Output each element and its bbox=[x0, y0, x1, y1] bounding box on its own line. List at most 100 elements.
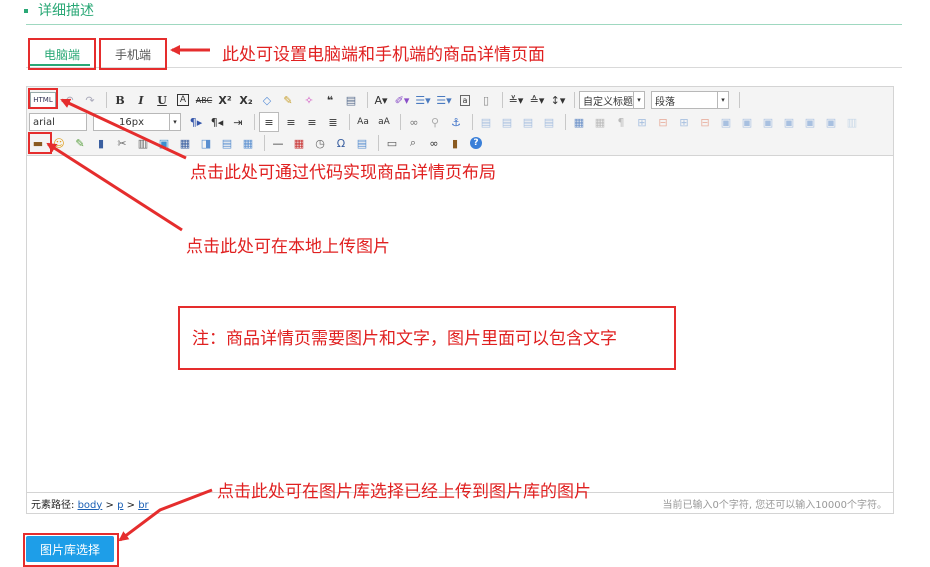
line-height-button[interactable]: ↕▾ bbox=[549, 91, 567, 109]
merge-down-button[interactable]: ▣ bbox=[759, 113, 777, 131]
paragraph-table-icon: ¶ bbox=[617, 115, 625, 129]
template-button[interactable]: ▤ bbox=[218, 134, 236, 152]
split-cells-button[interactable]: ▣ bbox=[780, 113, 798, 131]
italic-button[interactable]: I bbox=[132, 91, 150, 109]
split-cols-button[interactable]: ▣ bbox=[822, 113, 840, 131]
tab-mobile[interactable]: 手机端 bbox=[99, 38, 167, 70]
html-button-highlight bbox=[28, 88, 58, 109]
image-left-button[interactable]: ▤ bbox=[498, 113, 516, 131]
image-center-button[interactable]: ▤ bbox=[540, 113, 558, 131]
paragraph-select[interactable]: 段落 ▾ bbox=[651, 91, 729, 109]
insert-row-button[interactable]: ⊞ bbox=[633, 113, 651, 131]
table-props-button[interactable]: ▥ bbox=[843, 113, 861, 131]
merge-right-button[interactable]: ▣ bbox=[738, 113, 756, 131]
anchor-button[interactable]: ⚓ bbox=[447, 113, 465, 131]
special-chars-button[interactable]: Ω bbox=[332, 134, 350, 152]
select-all-button[interactable]: a bbox=[456, 91, 474, 109]
path-link-br[interactable]: br bbox=[138, 500, 148, 511]
horizontal-rule-button[interactable]: — bbox=[269, 134, 287, 152]
insert-video-button[interactable]: ▮ bbox=[92, 134, 110, 152]
insert-date-button[interactable]: ▦ bbox=[290, 134, 308, 152]
format-painter-button[interactable]: ✎ bbox=[279, 91, 297, 109]
background-button[interactable]: ▦ bbox=[239, 134, 257, 152]
remove-format-button[interactable]: ◇ bbox=[258, 91, 276, 109]
web-image-button[interactable]: ▣ bbox=[155, 134, 173, 152]
print-button[interactable]: ▭ bbox=[383, 134, 401, 152]
image-center-icon: ▤ bbox=[543, 115, 555, 129]
rtl-button[interactable]: ¶◂ bbox=[208, 113, 226, 131]
delete-row-button[interactable]: ⊟ bbox=[654, 113, 672, 131]
row-spacing-top-button[interactable]: ≚▾ bbox=[507, 91, 525, 109]
strikethrough-button[interactable]: ABC bbox=[195, 91, 213, 109]
wordimage-button[interactable]: ▤ bbox=[353, 134, 371, 152]
font-color-button[interactable]: A▾ bbox=[372, 91, 390, 109]
eraser-icon: ◇ bbox=[262, 93, 272, 107]
path-link-p[interactable]: p bbox=[117, 500, 123, 511]
redo-icon: ↷ bbox=[85, 93, 95, 107]
uppercase-button[interactable]: Aa bbox=[354, 113, 372, 131]
image-right-button[interactable]: ▤ bbox=[519, 113, 537, 131]
underline-button[interactable]: U bbox=[153, 91, 171, 109]
paste-text-button[interactable]: ▤ bbox=[342, 91, 360, 109]
ordered-list-button[interactable]: ☰▾ bbox=[414, 91, 432, 109]
lowercase-button[interactable]: aA bbox=[375, 113, 393, 131]
subscript-button[interactable]: X₂ bbox=[237, 91, 255, 109]
align-right-icon: ≡ bbox=[307, 115, 317, 129]
insert-col-button[interactable]: ⊞ bbox=[675, 113, 693, 131]
custom-heading-select[interactable]: 自定义标题 ▾ bbox=[579, 91, 645, 109]
bold-button[interactable]: B bbox=[111, 91, 129, 109]
preview-button[interactable]: ⌕ bbox=[404, 134, 422, 152]
delete-table-icon: ▦ bbox=[594, 115, 606, 129]
blockquote-button[interactable]: ❝ bbox=[321, 91, 339, 109]
split-rows-button[interactable]: ▣ bbox=[801, 113, 819, 131]
align-center-button[interactable]: ≡ bbox=[282, 113, 300, 131]
font-family-select[interactable]: arial bbox=[29, 113, 87, 131]
search-replace-button[interactable]: ∞ bbox=[425, 134, 443, 152]
toolbar-row-3: ▬ ☺ ✎ ▮ ✂ ▥ ▣ ▦ ◨ ▤ ▦ — ▦ ◷ Ω ▤ ▭ ⌕ ∞ ▮ … bbox=[29, 133, 488, 153]
indent-icon: ⇥ bbox=[233, 115, 243, 129]
background-color-button[interactable]: ✐▾ bbox=[393, 91, 411, 109]
image-none-button[interactable]: ▤ bbox=[477, 113, 495, 131]
row-spacing-bottom-button[interactable]: ≙▾ bbox=[528, 91, 546, 109]
font-size-select[interactable]: 16px ▾ bbox=[93, 113, 181, 131]
insert-time-button[interactable]: ◷ bbox=[311, 134, 329, 152]
highlighter-icon: ✐▾ bbox=[394, 93, 410, 107]
path-link-body[interactable]: body bbox=[78, 500, 103, 511]
superscript-button[interactable]: X² bbox=[216, 91, 234, 109]
ltr-button[interactable]: ¶▸ bbox=[187, 113, 205, 131]
code-button[interactable]: ▦ bbox=[176, 134, 194, 152]
indent-button[interactable]: ⇥ bbox=[229, 113, 247, 131]
insert-table-button[interactable]: ▦ bbox=[570, 113, 588, 131]
drafts-button[interactable]: ▮ bbox=[446, 134, 464, 152]
italic-icon: I bbox=[138, 93, 144, 107]
unlink-button[interactable]: ⚲ bbox=[426, 113, 444, 131]
scrawl-button[interactable]: ✎ bbox=[71, 134, 89, 152]
attachment-button[interactable]: ✂ bbox=[113, 134, 131, 152]
align-right-button[interactable]: ≡ bbox=[303, 113, 321, 131]
align-justify-button[interactable]: ≣ bbox=[324, 113, 342, 131]
insert-frame-button[interactable]: ▥ bbox=[134, 134, 152, 152]
auto-format-button[interactable]: ✧ bbox=[300, 91, 318, 109]
clipboard-icon: ▤ bbox=[345, 93, 357, 107]
delete-table-button[interactable]: ▦ bbox=[591, 113, 609, 131]
page-break-button[interactable]: ◨ bbox=[197, 134, 215, 152]
toolbar-separator bbox=[574, 92, 575, 108]
toolbar-separator bbox=[472, 114, 473, 130]
redo-button[interactable]: ↷ bbox=[81, 91, 99, 109]
insert-paragraph-before-table-button[interactable]: ¶ bbox=[612, 113, 630, 131]
clear-doc-button[interactable]: ▯ bbox=[477, 91, 495, 109]
delete-col-button[interactable]: ⊟ bbox=[696, 113, 714, 131]
font-border-button[interactable]: A bbox=[174, 91, 192, 109]
merge-cells-button[interactable]: ▣ bbox=[717, 113, 735, 131]
link-button[interactable]: ∞ bbox=[405, 113, 423, 131]
align-left-button[interactable]: ≡ bbox=[259, 112, 279, 132]
emoticon-button[interactable]: ☺ bbox=[50, 134, 68, 152]
magic-icon: ✧ bbox=[304, 93, 314, 107]
undo-button[interactable]: ↶ bbox=[60, 91, 78, 109]
unordered-list-button[interactable]: ☰▾ bbox=[435, 91, 453, 109]
help-button[interactable]: ? bbox=[467, 134, 485, 152]
gallery-select-button[interactable]: 图片库选择 bbox=[26, 536, 114, 562]
bold-icon: B bbox=[115, 93, 125, 107]
undo-icon: ↶ bbox=[64, 93, 74, 107]
uppercase-icon: Aa bbox=[357, 117, 369, 127]
